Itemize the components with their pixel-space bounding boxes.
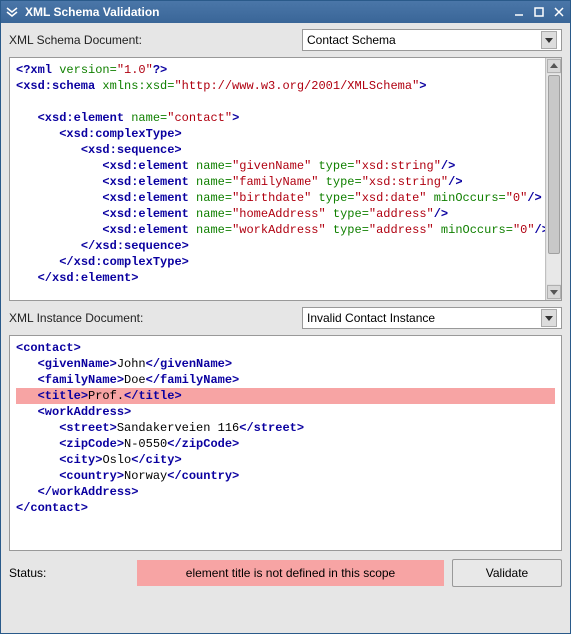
schema-label: XML Schema Document: [9, 33, 294, 47]
scroll-up-icon[interactable] [547, 59, 561, 73]
titlebar[interactable]: XML Schema Validation [1, 1, 570, 23]
chevron-down-icon [541, 31, 557, 49]
status-row: Status: element title is not defined in … [9, 559, 562, 587]
instance-code-view[interactable]: <contact> <givenName>John</givenName> <f… [10, 336, 561, 550]
client-area: XML Schema Document: Contact Schema <?xm… [1, 23, 570, 633]
minimize-button[interactable] [512, 5, 526, 19]
app-icon [5, 5, 19, 19]
instance-row: XML Instance Document: Invalid Contact I… [9, 307, 562, 329]
validate-button[interactable]: Validate [452, 559, 562, 587]
chevron-down-icon [541, 309, 557, 327]
scroll-track[interactable] [547, 74, 561, 284]
maximize-button[interactable] [532, 5, 546, 19]
scroll-down-icon[interactable] [547, 285, 561, 299]
instance-combo-value: Invalid Contact Instance [307, 311, 541, 325]
status-message: element title is not defined in this sco… [137, 560, 444, 586]
window-title: XML Schema Validation [25, 5, 512, 19]
status-label: Status: [9, 566, 129, 580]
schema-pane: <?xml version="1.0"?><xsd:schema xmlns:x… [9, 57, 562, 301]
window: XML Schema Validation XML Schema Documen… [0, 0, 571, 634]
instance-label: XML Instance Document: [9, 311, 294, 325]
schema-code-view[interactable]: <?xml version="1.0"?><xsd:schema xmlns:x… [10, 58, 545, 300]
schema-combo[interactable]: Contact Schema [302, 29, 562, 51]
window-controls [512, 5, 566, 19]
instance-combo[interactable]: Invalid Contact Instance [302, 307, 562, 329]
scroll-thumb[interactable] [548, 75, 560, 254]
validate-button-label: Validate [486, 566, 528, 580]
schema-scrollbar[interactable] [545, 58, 561, 300]
schema-combo-value: Contact Schema [307, 33, 541, 47]
instance-pane: <contact> <givenName>John</givenName> <f… [9, 335, 562, 551]
schema-row: XML Schema Document: Contact Schema [9, 29, 562, 51]
close-button[interactable] [552, 5, 566, 19]
